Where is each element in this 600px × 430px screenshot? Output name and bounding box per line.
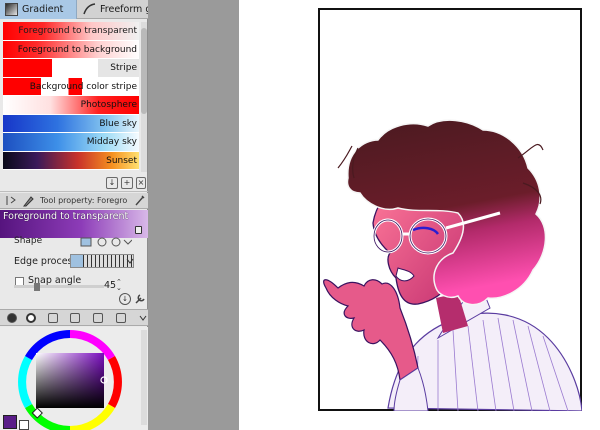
- approximate-color-tab[interactable]: [93, 313, 103, 323]
- gradient-list-scrollbar[interactable]: [141, 22, 147, 172]
- snap-angle-value[interactable]: 45: [104, 280, 116, 291]
- chevron-down-icon[interactable]: [126, 258, 134, 264]
- tool-property-title: Tool property: Foreground: [40, 196, 128, 205]
- gradient-list: Foreground to transparent Foreground to …: [3, 22, 139, 172]
- collapse-icon[interactable]: [6, 195, 16, 206]
- gradient-item[interactable]: Foreground to transparent: [3, 22, 139, 42]
- wrench-icon[interactable]: [134, 293, 146, 305]
- foreground-color-swatch[interactable]: [3, 415, 17, 429]
- reset-icon[interactable]: ↓: [119, 293, 131, 305]
- character-illustration: [323, 119, 582, 411]
- tab-freeform-gradient[interactable]: Freeform gr: [78, 0, 148, 19]
- color-slider-tab[interactable]: [26, 313, 36, 323]
- gradient-item[interactable]: Stripe: [3, 59, 139, 78]
- gradient-item[interactable]: Midday sky: [3, 133, 139, 152]
- snap-angle-slider[interactable]: [14, 283, 104, 291]
- left-dock: Gradient Freeform gr Foreground to trans…: [0, 0, 148, 430]
- delete-icon[interactable]: ×: [136, 177, 146, 189]
- tab-gradient[interactable]: Gradient: [0, 0, 77, 19]
- edge-process-option[interactable]: [71, 255, 83, 267]
- color-set-tab[interactable]: [48, 313, 58, 323]
- gradient-item[interactable]: Photosphere: [3, 96, 139, 115]
- gradient-item[interactable]: Sunset: [3, 151, 139, 170]
- import-icon[interactable]: ↓: [106, 177, 118, 189]
- color-wheel-panel: [0, 327, 148, 430]
- shape-selector[interactable]: [80, 237, 132, 247]
- gradient-toolbar: ↓ + ×: [0, 174, 148, 192]
- gradient-item[interactable]: Foreground to background: [3, 40, 139, 59]
- gradient-icon: [5, 3, 18, 16]
- duplicate-icon[interactable]: +: [121, 177, 133, 189]
- gradient-item[interactable]: Blue sky: [3, 114, 139, 133]
- snap-angle-spinner[interactable]: ⌃ ⌄: [116, 279, 122, 292]
- edge-process-label: Edge process: [14, 256, 78, 267]
- color-wheel-tab[interactable]: [7, 313, 17, 323]
- gradient-tool-icon: [22, 196, 34, 207]
- color-history-tab[interactable]: [116, 313, 126, 323]
- palette-tabs: Gradient Freeform gr: [0, 0, 148, 19]
- chevron-down-icon[interactable]: [139, 315, 147, 321]
- lock-icon[interactable]: [135, 226, 142, 234]
- intermediate-color-tab[interactable]: [70, 313, 80, 323]
- scrollbar-thumb[interactable]: [141, 28, 147, 114]
- tool-property-bar: Tool property: Foreground: [0, 193, 148, 209]
- shape-label: Shape: [14, 236, 43, 246]
- color-wheel[interactable]: [0, 327, 148, 430]
- edge-process-selector[interactable]: [70, 254, 134, 268]
- slider-knob[interactable]: [34, 283, 40, 291]
- gradient-item[interactable]: Background color stripe: [3, 77, 139, 96]
- selected-gradient-preview[interactable]: Foreground to transparent: [0, 210, 148, 238]
- pen-icon[interactable]: [134, 195, 145, 207]
- color-panel-scrollbar[interactable]: [141, 330, 147, 425]
- background-color-swatch[interactable]: [19, 420, 29, 430]
- freeform-gradient-icon: [83, 3, 96, 15]
- color-palette-tabs: [0, 309, 148, 326]
